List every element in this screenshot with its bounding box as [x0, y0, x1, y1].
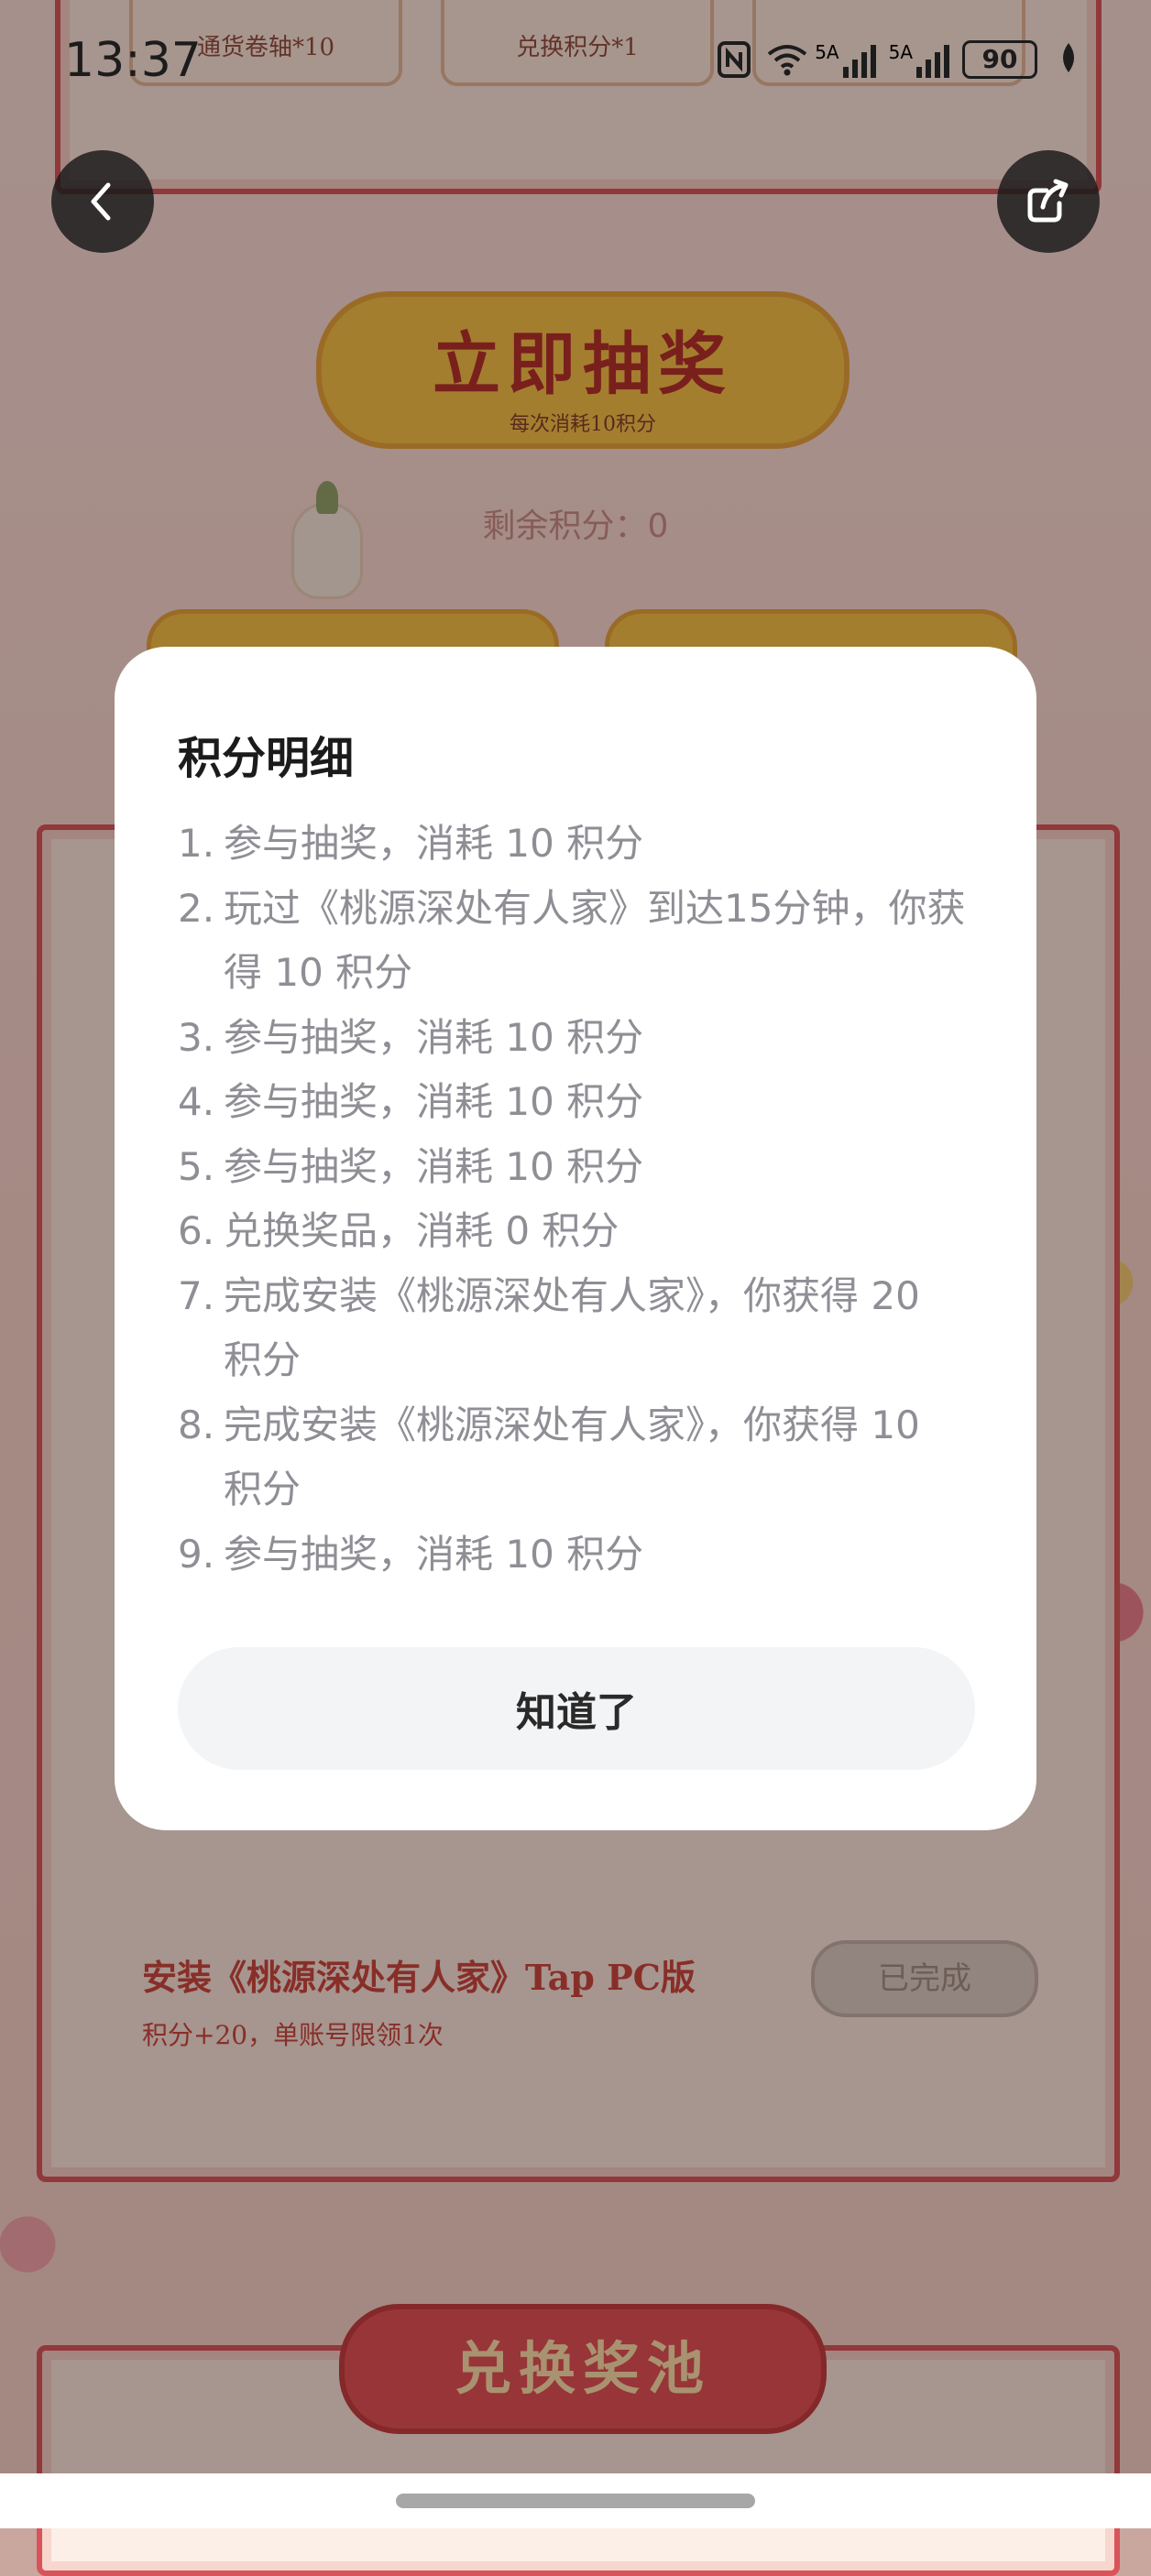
battery-icon: 90: [962, 40, 1037, 79]
status-bar: 13:37 5A 5A 90: [0, 0, 1151, 128]
back-button[interactable]: [51, 150, 154, 253]
status-time: 13:37: [64, 33, 202, 88]
item-text: 参与抽奖，消耗 10 积分: [224, 821, 644, 866]
network-type-label: 5A: [815, 41, 839, 63]
list-item: 7. 完成安装《桃源深处有人家》，你获得 20 积分: [178, 1264, 966, 1393]
item-number: 7.: [178, 1272, 215, 1318]
list-item: 8. 完成安装《桃源深处有人家》，你获得 10 积分: [178, 1393, 966, 1523]
home-indicator[interactable]: [396, 2494, 755, 2508]
list-item: 3. 参与抽奖，消耗 10 积分: [178, 1006, 966, 1071]
item-number: 2.: [178, 885, 215, 931]
item-text: 参与抽奖，消耗 10 积分: [224, 1531, 644, 1577]
list-item: 1. 参与抽奖，消耗 10 积分: [178, 812, 966, 877]
item-text: 参与抽奖，消耗 10 积分: [224, 1014, 644, 1060]
signal-strength-icon-2: 5A: [889, 41, 949, 78]
dialog-title: 积分明细: [178, 733, 355, 784]
nfc-icon: [716, 41, 752, 78]
item-text: 玩过《桃源深处有人家》到达15分钟，你获得 10 积分: [224, 885, 966, 996]
points-history-list: 1. 参与抽奖，消耗 10 积分 2. 玩过《桃源深处有人家》到达15分钟，你获得 …: [178, 812, 966, 1587]
item-text: 参与抽奖，消耗 10 积分: [224, 1143, 644, 1189]
item-text: 兑换奖品，消耗 0 积分: [224, 1208, 619, 1253]
confirm-button[interactable]: 知道了: [178, 1647, 975, 1770]
status-icons: 5A 5A 90: [716, 40, 1087, 79]
item-number: 1.: [178, 821, 215, 866]
item-number: 9.: [178, 1531, 215, 1577]
list-item: 5. 参与抽奖，消耗 10 积分: [178, 1135, 966, 1200]
item-number: 3.: [178, 1014, 215, 1060]
item-number: 6.: [178, 1208, 215, 1253]
leaf-icon: [1050, 41, 1087, 78]
item-text: 参与抽奖，消耗 10 积分: [224, 1079, 644, 1124]
list-item: 2. 玩过《桃源深处有人家》到达15分钟，你获得 10 积分: [178, 877, 966, 1006]
list-item: 9. 参与抽奖，消耗 10 积分: [178, 1523, 966, 1588]
item-number: 8.: [178, 1402, 215, 1447]
item-number: 4.: [178, 1079, 215, 1124]
system-nav-bar: [0, 2473, 1151, 2528]
points-detail-dialog: 积分明细 1. 参与抽奖，消耗 10 积分 2. 玩过《桃源深处有人家》到达15分钟…: [115, 647, 1036, 1830]
item-text: 完成安装《桃源深处有人家》，你获得 20 积分: [224, 1272, 920, 1383]
share-button[interactable]: [997, 150, 1100, 253]
item-text: 完成安装《桃源深处有人家》，你获得 10 积分: [224, 1402, 920, 1512]
list-item: 6. 兑换奖品，消耗 0 积分: [178, 1199, 966, 1264]
list-item: 4. 参与抽奖，消耗 10 积分: [178, 1070, 966, 1135]
item-number: 5.: [178, 1143, 215, 1189]
network-type-label-2: 5A: [888, 41, 913, 63]
signal-strength-icon: 5A: [815, 41, 876, 78]
wifi-icon: [765, 41, 807, 78]
